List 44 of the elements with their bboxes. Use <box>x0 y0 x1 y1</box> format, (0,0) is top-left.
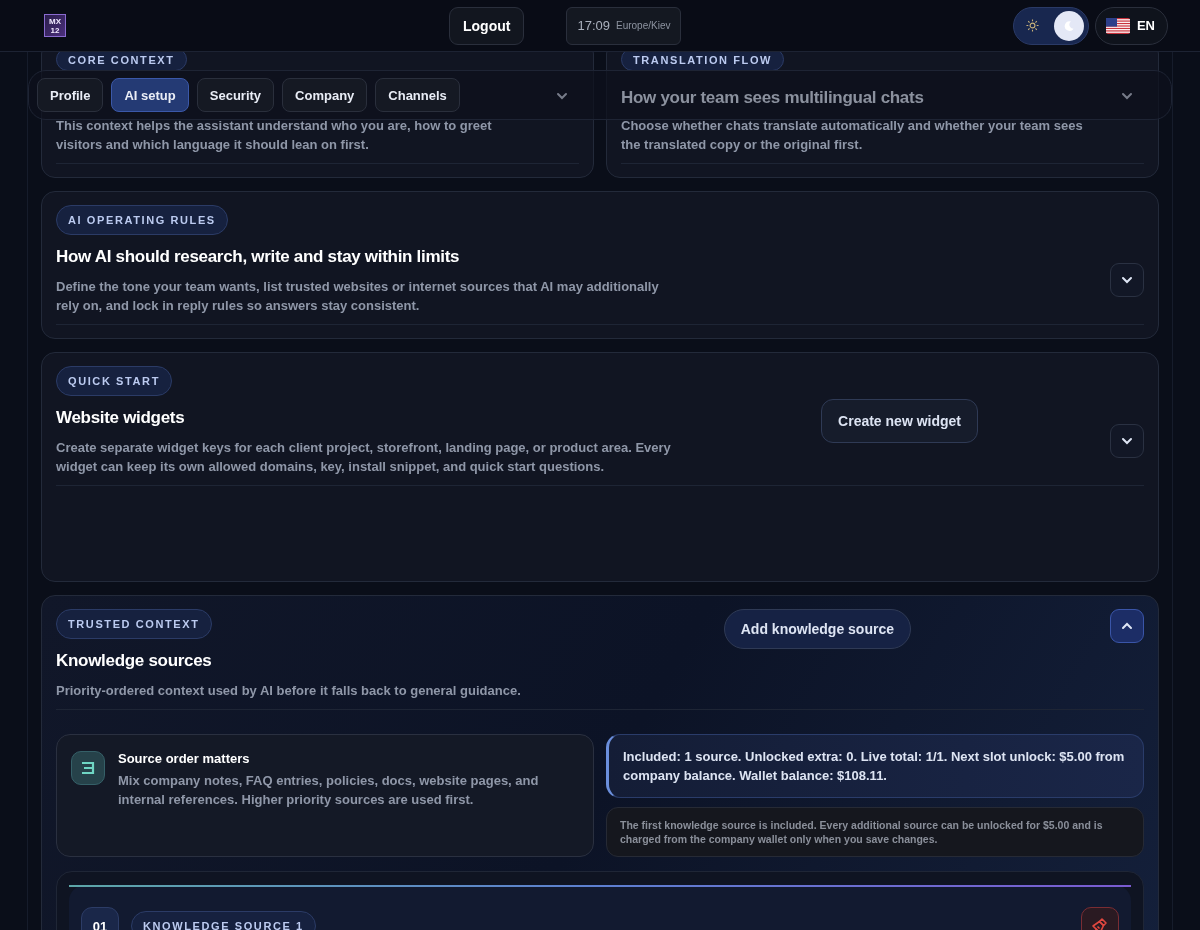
settings-tab[interactable]: Channels <box>375 78 460 112</box>
expand-toggle[interactable] <box>1110 263 1144 297</box>
section-badge: AI OPERATING RULES <box>56 205 228 235</box>
chevron-up-icon <box>1121 622 1133 630</box>
section-description: Choose whether chats translate automatically and whether your team sees the translated copy or the original first. <box>621 117 1084 154</box>
section-title: Website widgets <box>56 408 185 428</box>
section-description: Create separate widget keys for each client project, storefront, landing page, or product area. Every widget can keep its own allowed domains, key, install snippet, and quick start questions. <box>56 439 672 476</box>
usage-summary: Included: 1 source. Unlocked extra: 0. Live total: 1/1. Next slot unlock: $5.00 from company balance. Wallet balance: $108.11. <box>606 734 1144 798</box>
moon-icon <box>1062 19 1075 32</box>
list-icon <box>71 751 105 785</box>
section-badge: QUICK START <box>56 366 172 396</box>
logo[interactable]: MX 12 <box>44 14 66 37</box>
action-button[interactable]: Add knowledge source <box>723 609 911 649</box>
section-title: How AI should research, write and stay within limits <box>56 247 460 267</box>
settings-tab[interactable]: Company <box>282 78 368 112</box>
flag-icon <box>1105 17 1130 34</box>
section-description: Define the tone your team wants, list trusted websites or internet sources that AI may additionally rely on, and lock in reply rules so answers stay consistent. <box>56 278 660 315</box>
section-description: Priority-ordered context used by AI before it falls back to general guidance. <box>56 682 522 700</box>
section-badge: CORE CONTEXT <box>56 52 187 71</box>
language-button[interactable]: EN <box>1094 6 1168 45</box>
info-text: Mix company notes, FAQ entries, policies, docs, website pages, and internal references. Higher priority sources are used first. <box>118 772 540 809</box>
settings-tab[interactable]: AI setup <box>111 78 189 112</box>
brush-icon <box>1091 917 1109 930</box>
chevron-down-icon <box>1121 437 1133 445</box>
sun-icon <box>1025 19 1039 32</box>
section-title: Knowledge sources <box>56 651 212 671</box>
chevron-down-icon <box>556 92 568 100</box>
source-label: KNOWLEDGE SOURCE 1 <box>131 911 316 930</box>
clock-display: 17:09 Europe/Kiev <box>566 6 682 45</box>
settings-tab[interactable]: Profile <box>37 78 104 112</box>
theme-toggle[interactable] <box>1012 6 1089 45</box>
settings-tab[interactable]: Security <box>196 78 275 112</box>
action-button[interactable]: Create new widget <box>821 399 978 443</box>
pricing-note: The first knowledge source is included. Every additional source can be unlocked for $5.00 and is charged from the company wallet only when you save changes. <box>606 807 1144 857</box>
section-badge: TRUSTED CONTEXT <box>56 609 212 639</box>
chevron-down-icon <box>1121 92 1133 100</box>
section-title: How your team sees multilingual chats <box>621 88 924 108</box>
expand-toggle[interactable] <box>1110 424 1144 458</box>
expand-toggle[interactable] <box>1110 609 1144 643</box>
logout-button[interactable]: Logout <box>449 6 525 45</box>
source-number: 01 <box>81 907 119 930</box>
section-description: This context helps the assistant understand who you are, how to greet visitors and which language it should lean on first. <box>56 117 493 154</box>
chevron-down-icon <box>1121 276 1133 284</box>
info-title: Source order matters <box>118 751 251 766</box>
